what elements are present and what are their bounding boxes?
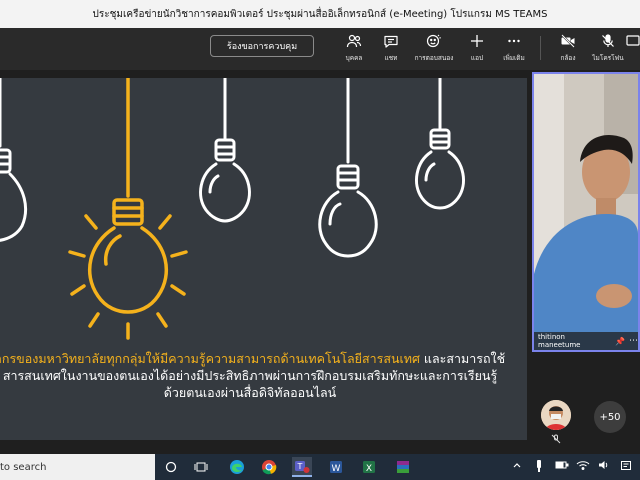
muted-mic-icon	[551, 434, 561, 444]
tray-chevron-icon[interactable]	[512, 460, 522, 473]
pin-icon[interactable]: 📌	[615, 337, 625, 346]
chrome-icon	[262, 460, 277, 475]
slide-caption-line-2: สารสนเทศในงานของตนเองได้อย่างมีประสิทธิภ…	[2, 368, 498, 383]
excel-taskbar-button[interactable]: X	[359, 457, 379, 477]
lightbulb-icon	[415, 78, 465, 210]
participant-name: thitinon maneetume	[538, 333, 581, 349]
share-partial-button[interactable]	[626, 31, 640, 67]
teams-icon: T	[295, 461, 310, 473]
people-button[interactable]: บุคคล	[334, 31, 374, 67]
chat-icon	[384, 35, 398, 48]
share-icon	[626, 35, 640, 46]
more-participants-button[interactable]: +50	[594, 401, 626, 433]
add-apps-icon	[471, 35, 483, 47]
reactions-label: การตอบสนอง	[414, 54, 454, 62]
chat-label: แชท	[384, 54, 398, 62]
tray-wifi-icon[interactable]	[576, 460, 590, 473]
cortana-button[interactable]	[161, 457, 181, 477]
slide-caption-line-1: ากรของมหาวิทยาลัยทุกกลุ่มให้มีความรู้ควา…	[0, 350, 510, 367]
more-icon	[508, 39, 520, 43]
people-label: บุคคล	[345, 54, 363, 62]
participant-video-tile[interactable]: thitinon maneetume 📌 ⋯	[532, 72, 640, 352]
edge-taskbar-button[interactable]	[227, 457, 247, 477]
tray-volume-icon[interactable]	[598, 460, 610, 473]
meeting-stage: ากรของมหาวิทยาลัยทุกกลุ่มให้มีความรู้ควา…	[0, 70, 640, 454]
cortana-icon	[165, 461, 177, 473]
meeting-toolbar: ร้องขอการควบคุม บุคคล แชท การตอบสนอง แอป…	[0, 28, 640, 70]
teams-taskbar-button[interactable]: T	[292, 457, 312, 477]
reactions-icon	[426, 34, 441, 48]
chrome-taskbar-button[interactable]	[259, 457, 279, 477]
more-label: เพิ่มเติม	[503, 54, 525, 62]
task-view-button[interactable]	[191, 457, 211, 477]
task-view-icon	[194, 462, 208, 472]
slide-caption-line-3: ด้วยตนเองผ่านสื่อดิจิทัลออนไลน์	[163, 385, 337, 400]
slide-caption: ากรของมหาวิทยาลัยทุกกลุ่มให้มีความรู้ควา…	[0, 350, 510, 401]
camera-label: กล้อง	[560, 54, 576, 62]
reactions-button[interactable]: การตอบสนอง	[414, 31, 454, 67]
window-title: ประชุมเครือข่ายนักวิชาการคอมพิวเตอร์ ประ…	[92, 8, 548, 20]
slide-highlight-text: ากรของมหาวิทยาลัยทุกกลุ่มให้มีความรู้ควา…	[0, 351, 420, 366]
participant-avatar[interactable]	[541, 400, 571, 430]
shared-slide: ากรของมหาวิทยาลัยทุกกลุ่มให้มีความรู้ควา…	[0, 78, 527, 440]
mic-toggle-button[interactable]: ไมโครโฟน	[588, 31, 628, 67]
lightbulb-icon	[318, 78, 378, 258]
excel-icon: X	[363, 461, 375, 474]
word-taskbar-button[interactable]: W	[326, 457, 346, 477]
taskbar-search-box[interactable]: to search	[0, 454, 155, 480]
more-options-icon[interactable]: ⋯	[629, 336, 638, 346]
windows-taskbar: to search T W X	[0, 454, 640, 480]
word-icon: W	[330, 461, 342, 474]
camera-toggle-button[interactable]: กล้อง	[548, 31, 588, 67]
participant-video-feed	[534, 74, 638, 350]
avatar-image	[541, 400, 571, 430]
tray-battery-icon[interactable]	[555, 460, 569, 473]
people-icon	[346, 34, 362, 48]
mic-label: ไมโครโฟน	[592, 54, 624, 62]
edge-icon	[230, 460, 244, 474]
camera-off-icon	[561, 34, 575, 48]
slide-line1-rest: และสามารถใช้	[419, 351, 506, 366]
apps-label: แอป	[470, 54, 484, 62]
request-control-button[interactable]: ร้องขอการควบคุม	[210, 35, 314, 57]
toolbar-divider	[540, 36, 541, 60]
lightbulb-icon	[0, 78, 27, 242]
chat-button[interactable]: แชท	[371, 31, 411, 67]
lightbulb-icon	[199, 78, 251, 223]
svg-text:X: X	[366, 464, 372, 474]
svg-text:W: W	[332, 464, 341, 474]
tray-usb-icon[interactable]	[534, 460, 544, 475]
window-titlebar: ประชุมเครือข่ายนักวิชาการคอมพิวเตอร์ ประ…	[0, 0, 640, 28]
archive-taskbar-button[interactable]	[393, 457, 413, 477]
tray-notifications-icon[interactable]	[620, 460, 632, 475]
apps-button[interactable]: แอป	[457, 31, 497, 67]
more-actions-button[interactable]: เพิ่มเติม	[494, 31, 534, 67]
glowing-lightbulb-icon	[68, 78, 188, 340]
taskbar-search-text: to search	[0, 461, 47, 473]
mic-off-icon	[602, 34, 614, 47]
svg-text:T: T	[297, 462, 303, 471]
participant-name-bar: thitinon maneetume 📌 ⋯	[534, 332, 638, 350]
winrar-icon	[397, 461, 409, 473]
